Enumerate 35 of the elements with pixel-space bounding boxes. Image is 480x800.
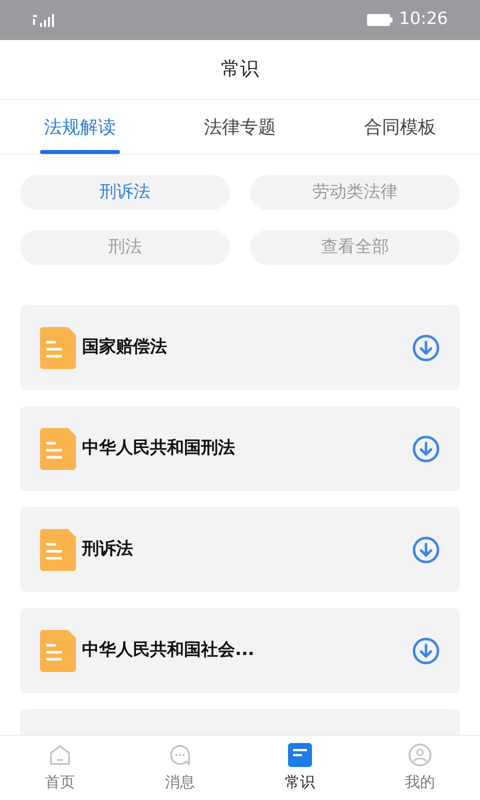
document-title: 中华人民共和国刑法	[82, 436, 236, 460]
filter-chip[interactable]: 刑诉法	[20, 175, 230, 210]
status-time: 10:26	[399, 8, 448, 32]
filter-chip[interactable]: 刑法	[20, 230, 230, 265]
chat-icon	[168, 742, 192, 767]
nav-item[interactable]: 我的	[360, 736, 480, 800]
nav-item[interactable]: 常识	[240, 736, 360, 800]
tab[interactable]: 合同模板	[320, 100, 480, 154]
document-icon	[40, 326, 76, 368]
tab[interactable]: 法律专题	[160, 100, 320, 154]
document-title: 国家赔偿法	[82, 336, 168, 359]
document-card[interactable]: 中华人民共和国刑法	[20, 406, 460, 491]
document-icon	[40, 428, 76, 470]
document-icon	[40, 528, 76, 570]
document-card[interactable]: 刑诉法	[20, 507, 460, 592]
filter-chip[interactable]: 查看全部	[250, 230, 460, 265]
document-icon	[40, 630, 76, 672]
nav-item[interactable]: 消息	[120, 736, 240, 800]
nav-item[interactable]: 首页	[0, 736, 120, 800]
tab[interactable]: 法规解读	[0, 100, 160, 154]
download-icon[interactable]	[412, 536, 440, 564]
profile-icon	[408, 742, 432, 767]
home-icon	[48, 742, 72, 767]
document-card[interactable]: 国家赔偿法	[20, 305, 460, 390]
document-card[interactable]: 中华人民共和国社会...	[20, 608, 460, 693]
battery-icon	[367, 14, 393, 26]
filter-chip[interactable]: 劳动类法律	[250, 175, 460, 210]
document-title: 中华人民共和国社会...	[82, 638, 256, 662]
signal-icon	[32, 13, 54, 27]
document-icon	[288, 742, 312, 767]
page-title: 常识	[221, 57, 259, 82]
document-title: 刑诉法	[82, 538, 134, 561]
download-icon[interactable]	[412, 636, 440, 664]
download-icon[interactable]	[412, 334, 440, 362]
download-icon[interactable]	[412, 434, 440, 462]
